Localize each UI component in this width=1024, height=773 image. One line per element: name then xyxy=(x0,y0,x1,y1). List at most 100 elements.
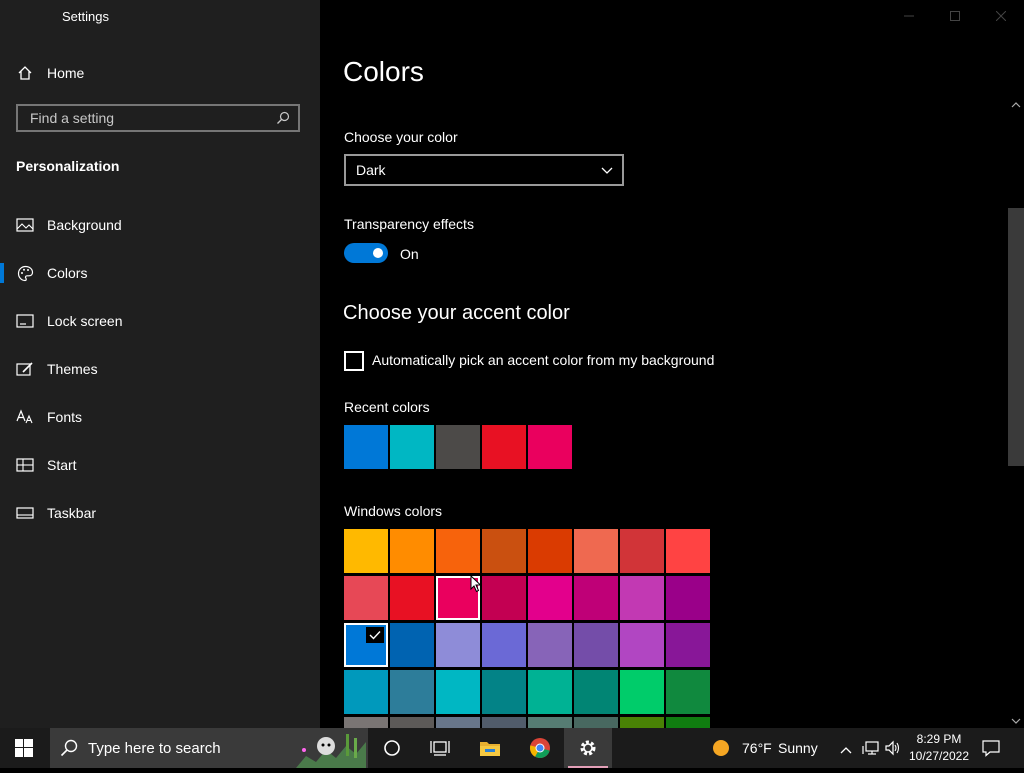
search-icon[interactable] xyxy=(276,111,290,130)
windows-color-swatch[interactable] xyxy=(620,529,664,573)
windows-color-swatch[interactable] xyxy=(528,623,572,667)
windows-color-swatch[interactable] xyxy=(436,623,480,667)
picture-icon xyxy=(16,216,34,234)
choose-color-dropdown[interactable]: Dark xyxy=(344,154,624,186)
start-icon xyxy=(16,456,34,474)
windows-color-swatch[interactable] xyxy=(344,576,388,620)
windows-color-swatch[interactable] xyxy=(620,670,664,714)
sidebar-item-label: Taskbar xyxy=(47,505,97,521)
file-explorer-button[interactable] xyxy=(466,728,514,768)
sidebar-item-label: Themes xyxy=(47,361,98,377)
windows-color-swatch[interactable] xyxy=(390,670,434,714)
windows-color-swatch[interactable] xyxy=(620,717,664,728)
sidebar-item-label: Background xyxy=(47,217,122,233)
chevron-up-icon[interactable] xyxy=(840,742,852,760)
cortana-button[interactable] xyxy=(368,728,416,768)
windows-color-swatch[interactable] xyxy=(666,717,710,728)
windows-color-swatch-selected[interactable] xyxy=(344,623,388,667)
auto-pick-label[interactable]: Automatically pick an accent color from … xyxy=(372,352,714,368)
windows-color-swatch[interactable] xyxy=(666,529,710,573)
find-setting-search[interactable] xyxy=(16,104,300,132)
home-icon xyxy=(16,64,34,82)
clock-time: 8:29 PM xyxy=(916,732,962,746)
sidebar-item-label: Fonts xyxy=(47,409,83,425)
sidebar-item-label: Start xyxy=(47,457,77,473)
home-nav-item[interactable]: Home xyxy=(0,53,320,93)
recent-color-swatch[interactable] xyxy=(390,425,434,469)
sidebar-item-taskbar[interactable]: Taskbar xyxy=(0,493,320,533)
page-title: Colors xyxy=(343,56,424,87)
sidebar-item-lock-screen[interactable]: Lock screen xyxy=(0,301,320,341)
windows-color-swatch[interactable] xyxy=(666,670,710,714)
windows-color-swatch[interactable] xyxy=(436,717,480,728)
choose-color-label: Choose your color xyxy=(344,129,458,145)
settings-sidebar: Settings Home Personalization Background… xyxy=(0,0,320,728)
windows-logo-icon xyxy=(15,739,33,757)
windows-color-swatch[interactable] xyxy=(574,529,618,573)
windows-color-swatch[interactable] xyxy=(482,717,526,728)
themes-icon xyxy=(16,360,34,378)
windows-color-swatch[interactable] xyxy=(528,529,572,573)
sidebar-item-colors[interactable]: Colors xyxy=(0,253,320,293)
volume-icon[interactable] xyxy=(884,740,902,761)
transparency-toggle[interactable] xyxy=(344,243,388,263)
scrollbar-thumb[interactable] xyxy=(1008,208,1024,466)
taskbar-search[interactable]: Type here to search xyxy=(50,728,368,768)
close-icon[interactable] xyxy=(978,0,1024,32)
windows-color-swatch[interactable] xyxy=(574,623,618,667)
windows-color-swatch[interactable] xyxy=(666,576,710,620)
windows-color-swatch[interactable] xyxy=(574,717,618,728)
windows-color-swatch[interactable] xyxy=(666,623,710,667)
cortana-icon xyxy=(384,740,400,756)
start-button[interactable] xyxy=(0,728,48,768)
windows-color-swatch[interactable] xyxy=(482,623,526,667)
recent-color-swatch[interactable] xyxy=(482,425,526,469)
sun-icon[interactable] xyxy=(712,739,730,762)
sidebar-item-start[interactable]: Start xyxy=(0,445,320,485)
windows-color-swatch[interactable] xyxy=(620,623,664,667)
maximize-icon[interactable] xyxy=(932,0,978,32)
sidebar-item-themes[interactable]: Themes xyxy=(0,349,320,389)
windows-color-swatch[interactable] xyxy=(344,529,388,573)
windows-color-swatch[interactable] xyxy=(344,717,388,728)
recent-color-swatch[interactable] xyxy=(436,425,480,469)
windows-color-swatch[interactable] xyxy=(574,670,618,714)
windows-color-swatch[interactable] xyxy=(620,576,664,620)
windows-color-swatch[interactable] xyxy=(344,670,388,714)
windows-color-swatch[interactable] xyxy=(390,576,434,620)
folder-icon xyxy=(480,742,500,756)
scroll-down-icon[interactable] xyxy=(1010,714,1022,726)
windows-color-swatch[interactable] xyxy=(528,717,572,728)
sidebar-item-background[interactable]: Background xyxy=(0,205,320,245)
windows-color-swatch[interactable] xyxy=(482,576,526,620)
windows-color-swatch[interactable] xyxy=(574,576,618,620)
find-setting-input[interactable] xyxy=(28,109,272,127)
chrome-button[interactable] xyxy=(516,728,564,768)
windows-color-swatch[interactable] xyxy=(482,670,526,714)
windows-color-swatch[interactable] xyxy=(390,529,434,573)
auto-pick-checkbox[interactable] xyxy=(344,351,364,371)
windows-color-swatch[interactable] xyxy=(482,529,526,573)
fonts-icon xyxy=(16,408,34,426)
taskbar-clock[interactable]: 8:29 PM 10/27/2022 xyxy=(906,731,972,765)
recent-color-swatch[interactable] xyxy=(528,425,572,469)
weather-condition[interactable]: Sunny xyxy=(778,740,818,756)
minimize-icon[interactable] xyxy=(886,0,932,32)
notification-icon[interactable] xyxy=(982,739,1000,762)
scroll-up-icon[interactable] xyxy=(1010,98,1022,110)
windows-color-swatch[interactable] xyxy=(528,670,572,714)
windows-color-swatch[interactable] xyxy=(390,717,434,728)
windows-color-swatch[interactable] xyxy=(528,576,572,620)
mouse-cursor-icon xyxy=(470,574,482,598)
windows-color-swatch[interactable] xyxy=(436,670,480,714)
windows-color-swatch[interactable] xyxy=(390,623,434,667)
network-icon[interactable] xyxy=(862,740,880,761)
taskbar-icon xyxy=(16,504,34,522)
windows-color-swatch[interactable] xyxy=(436,529,480,573)
task-view-button[interactable] xyxy=(416,728,464,768)
gear-icon xyxy=(580,740,596,756)
recent-color-swatch[interactable] xyxy=(344,425,388,469)
sidebar-item-fonts[interactable]: Fonts xyxy=(0,397,320,437)
settings-taskbar-button[interactable] xyxy=(564,728,612,768)
weather-temp[interactable]: 76°F xyxy=(742,740,772,756)
